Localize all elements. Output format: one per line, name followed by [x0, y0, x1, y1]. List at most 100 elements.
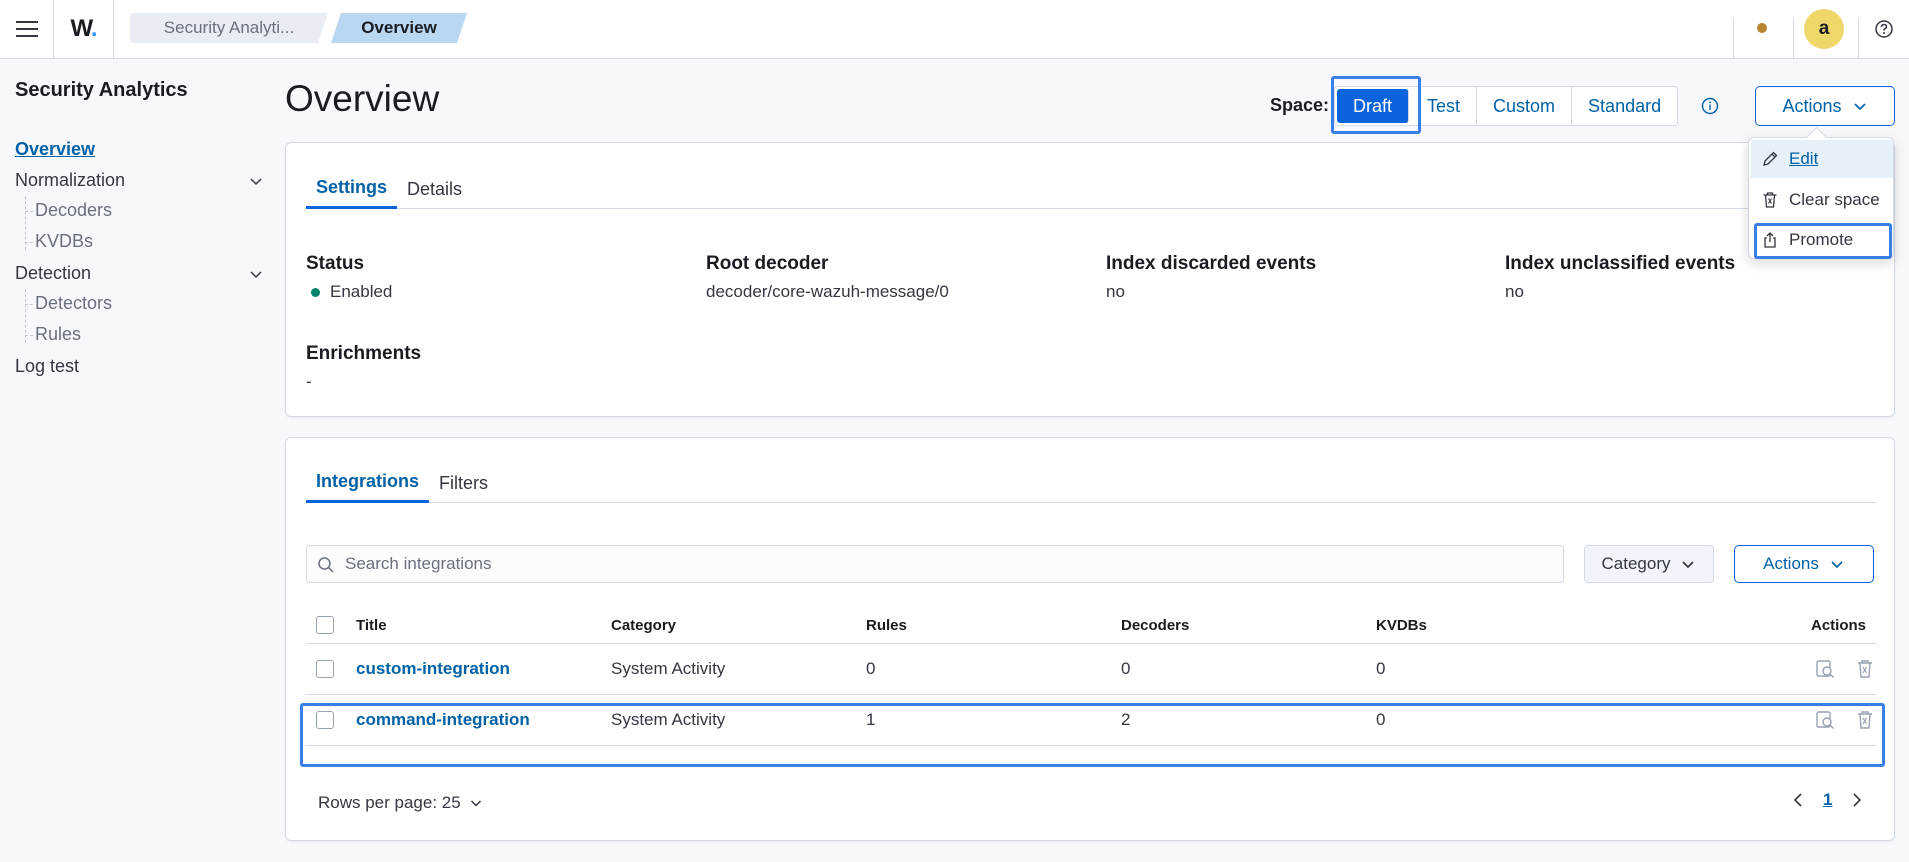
hamburger-icon [15, 21, 38, 37]
column-header-kvdbs[interactable]: KVDBs [1376, 617, 1427, 634]
column-header-decoders[interactable]: Decoders [1121, 617, 1189, 634]
category-filter-button[interactable]: Category [1584, 545, 1714, 583]
trash-icon [1763, 192, 1777, 208]
row-category: System Activity [611, 710, 726, 729]
space-test-button[interactable]: Test [1411, 87, 1478, 125]
status-value: Enabled [311, 282, 392, 302]
menu-item-clear-space[interactable]: Clear space [1751, 181, 1893, 219]
page-title: Overview [285, 78, 440, 119]
breadcrumb-overview: Overview [331, 13, 467, 43]
sidebar-item-label: Normalization [15, 170, 126, 190]
rows-per-page-selector[interactable]: Rows per page: 25 [318, 793, 483, 813]
settings-panel: Settings Details Status Enabled Root dec… [285, 142, 1895, 417]
chevron-down-icon [1853, 103, 1866, 111]
sidebar-item-rules[interactable]: Rules [35, 324, 81, 345]
column-header-category[interactable]: Category [611, 617, 676, 634]
actions-button[interactable]: Actions [1755, 86, 1895, 126]
space-custom-button[interactable]: Custom [1477, 87, 1573, 125]
chevron-right-icon[interactable] [1850, 792, 1864, 808]
integrations-actions-label: Actions [1763, 554, 1819, 573]
row-checkbox[interactable] [316, 711, 334, 729]
chevron-down-icon[interactable] [247, 172, 265, 190]
tree-line [25, 211, 33, 212]
row-title-link[interactable]: custom-integration [356, 659, 510, 679]
row-title-link[interactable]: command-integration [356, 710, 530, 730]
select-all-checkbox[interactable] [316, 616, 334, 634]
chevron-down-icon [1682, 561, 1695, 569]
row-rules: 0 [866, 659, 876, 678]
table-row: command-integration System Activity 1 2 … [306, 695, 1876, 746]
sidebar-item-label: Detection [15, 263, 92, 283]
tree-line [25, 242, 33, 243]
row-decoders: 0 [1121, 659, 1131, 678]
inspect-icon[interactable] [1814, 658, 1836, 680]
space-label: Space: [1270, 95, 1330, 115]
table-row: custom-integration System Activity 0 0 0 [306, 644, 1876, 695]
header-divider [1858, 18, 1859, 58]
header-divider [1733, 18, 1734, 58]
hamburger-menu-button[interactable] [0, 0, 54, 58]
search-box [306, 545, 1564, 583]
sidebar-item-detectors[interactable]: Detectors [35, 293, 112, 314]
sidebar-item-normalization[interactable]: Normalization [15, 170, 265, 191]
index-unclassified-label: Index unclassified events [1505, 253, 1736, 274]
index-unclassified-value: no [1505, 282, 1524, 301]
logo-link[interactable]: W. [54, 0, 114, 58]
chevron-down-icon [470, 800, 481, 807]
tab-details[interactable]: Details [397, 169, 472, 209]
rows-per-page-label: Rows per page: 25 [318, 793, 461, 812]
row-rules: 1 [866, 710, 876, 729]
space-selector: Draft Test Custom Standard [1334, 86, 1679, 126]
sidebar-item-decoders[interactable]: Decoders [35, 200, 112, 221]
search-input[interactable] [345, 546, 1545, 582]
breadcrumb-security-analytics[interactable]: Security Analyti... [130, 13, 328, 43]
menu-item-promote[interactable]: Promote [1751, 221, 1893, 259]
share-export-icon [1764, 232, 1776, 248]
menu-item-label: Clear space [1789, 190, 1880, 209]
space-draft-button[interactable]: Draft [1337, 89, 1410, 123]
logo: W. [70, 15, 98, 42]
column-header-title[interactable]: Title [356, 617, 387, 634]
menu-item-label: Promote [1789, 230, 1854, 249]
menu-item-label: Edit [1789, 149, 1819, 168]
integrations-panel: Integrations Filters Category Actions Ti… [285, 437, 1895, 841]
user-avatar[interactable]: a [1804, 9, 1844, 49]
menu-item-edit[interactable]: Edit [1751, 140, 1893, 178]
root-decoder-label: Root decoder [706, 253, 829, 274]
tab-settings[interactable]: Settings [306, 169, 398, 209]
status-label: Status [306, 253, 365, 274]
status-indicator[interactable] [1757, 23, 1767, 33]
chevron-down-icon[interactable] [247, 265, 265, 283]
row-kvdbs: 0 [1376, 659, 1386, 678]
top-header: W. Security Analyti... Overview a [0, 0, 1909, 59]
tab-filters[interactable]: Filters [429, 463, 498, 503]
settings-tabs: Settings Details [306, 169, 1876, 209]
help-icon[interactable] [1873, 18, 1895, 40]
actions-dropdown-menu: Edit Clear space Promote [1748, 137, 1894, 259]
sidebar-item-kvdbs[interactable]: KVDBs [35, 231, 93, 252]
row-category: System Activity [611, 659, 726, 678]
sidebar-item-log-test[interactable]: Log test [15, 356, 265, 377]
enrichments-label: Enrichments [306, 343, 422, 364]
header-divider [1793, 18, 1794, 58]
page-number-current[interactable]: 1 [1823, 790, 1832, 810]
row-checkbox[interactable] [316, 660, 334, 678]
trash-icon[interactable] [1854, 709, 1876, 731]
sidebar-item-detection[interactable]: Detection [15, 263, 265, 284]
column-header-actions: Actions [1811, 617, 1867, 634]
search-icon [318, 557, 334, 573]
chevron-down-icon [1831, 561, 1843, 569]
sidebar-item-overview[interactable]: Overview [15, 139, 265, 160]
column-header-rules[interactable]: Rules [866, 617, 907, 634]
index-discarded-value: no [1106, 282, 1125, 301]
trash-icon[interactable] [1854, 658, 1876, 680]
tab-integrations[interactable]: Integrations [306, 463, 430, 503]
chevron-left-icon[interactable] [1791, 792, 1805, 808]
info-icon[interactable] [1700, 96, 1720, 116]
integrations-tabs: Integrations Filters [306, 463, 1876, 503]
status-value-text: Enabled [330, 282, 393, 301]
integrations-actions-button[interactable]: Actions [1734, 545, 1874, 583]
space-standard-button[interactable]: Standard [1572, 87, 1677, 125]
inspect-icon[interactable] [1814, 709, 1836, 731]
tree-line [25, 335, 33, 336]
